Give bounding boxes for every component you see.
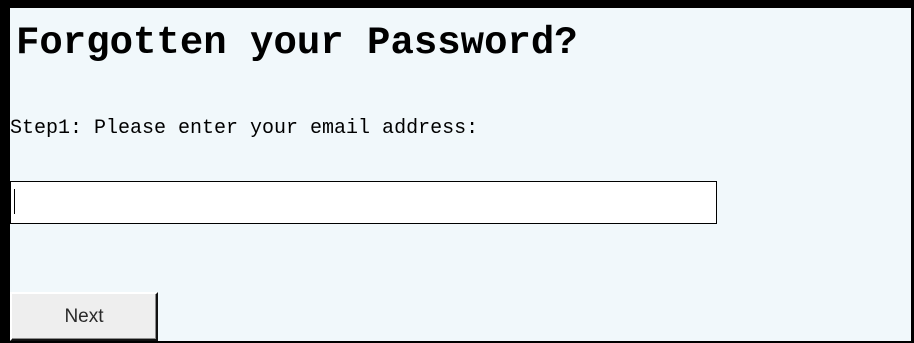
- email-step-label: Step1: Please enter your email address:: [10, 117, 479, 140]
- email-field[interactable]: [10, 181, 717, 224]
- password-reset-panel: Forgotten your Password? Step1: Please e…: [0, 0, 914, 343]
- text-caret: [14, 189, 15, 214]
- email-field-wrapper: [10, 181, 717, 224]
- next-button[interactable]: Next: [10, 292, 158, 341]
- page-title: Forgotten your Password?: [16, 21, 578, 65]
